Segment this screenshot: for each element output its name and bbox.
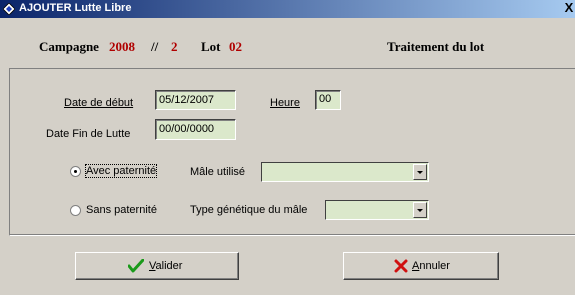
annuler-button[interactable]: Annuler [343,252,499,280]
date-fin-field[interactable]: 00/00/0000 [155,119,236,140]
type-genetique-dropdown-button[interactable] [413,202,427,218]
radio-selected-dot [74,170,77,173]
male-utilise-label: Mâle utilisé [190,166,246,178]
valider-button[interactable]: Valider [75,252,239,280]
section-title: Traitement du lot [387,39,485,54]
lot-header: Campagne 2008 // 2 Lot 02 Traitement du … [6,21,575,66]
male-utilise-select[interactable] [261,162,429,182]
valider-label: Valider [149,260,183,272]
annuler-label: Annuler [412,260,450,272]
title-bar[interactable]: AJOUTER Lutte Libre X [0,0,575,18]
valider-label-rest: alider [155,260,183,272]
close-button[interactable]: X [563,0,575,16]
lot-label: Lot [201,39,221,54]
footer-divider [9,234,575,235]
x-mark-icon [394,259,408,273]
campagne-separator: // [151,39,159,54]
heure-label: Heure [270,97,300,109]
window-title: AJOUTER Lutte Libre [19,2,132,14]
annuler-label-rest: nnuler [419,260,450,272]
avec-paternite-label[interactable]: Avec paternité [84,164,158,178]
sans-paternite-radio[interactable] [70,205,81,216]
campagne-label: Campagne [39,39,99,54]
heure-field[interactable]: 00 [315,90,341,110]
chevron-down-icon [417,171,423,174]
date-debut-field[interactable]: 05/12/2007 [155,90,236,110]
lot-value: 02 [229,39,242,54]
type-genetique-label: Type génétique du mâle [190,204,308,216]
campagne-value: 2008 [109,39,135,54]
checkmark-icon [128,259,144,273]
sans-paternite-label[interactable]: Sans paternité [86,204,157,216]
chevron-down-icon [417,209,423,212]
date-fin-label: Date Fin de Lutte [46,128,131,140]
dialog-window: AJOUTER Lutte Libre X Campagne 2008 // 2… [0,0,575,295]
avec-paternite-radio[interactable] [70,166,81,177]
date-debut-label: Date de début [64,97,134,109]
campagne-number: 2 [171,39,178,54]
type-genetique-select[interactable] [325,200,429,220]
male-utilise-dropdown-button[interactable] [413,164,427,180]
diamond-app-icon [3,3,15,15]
